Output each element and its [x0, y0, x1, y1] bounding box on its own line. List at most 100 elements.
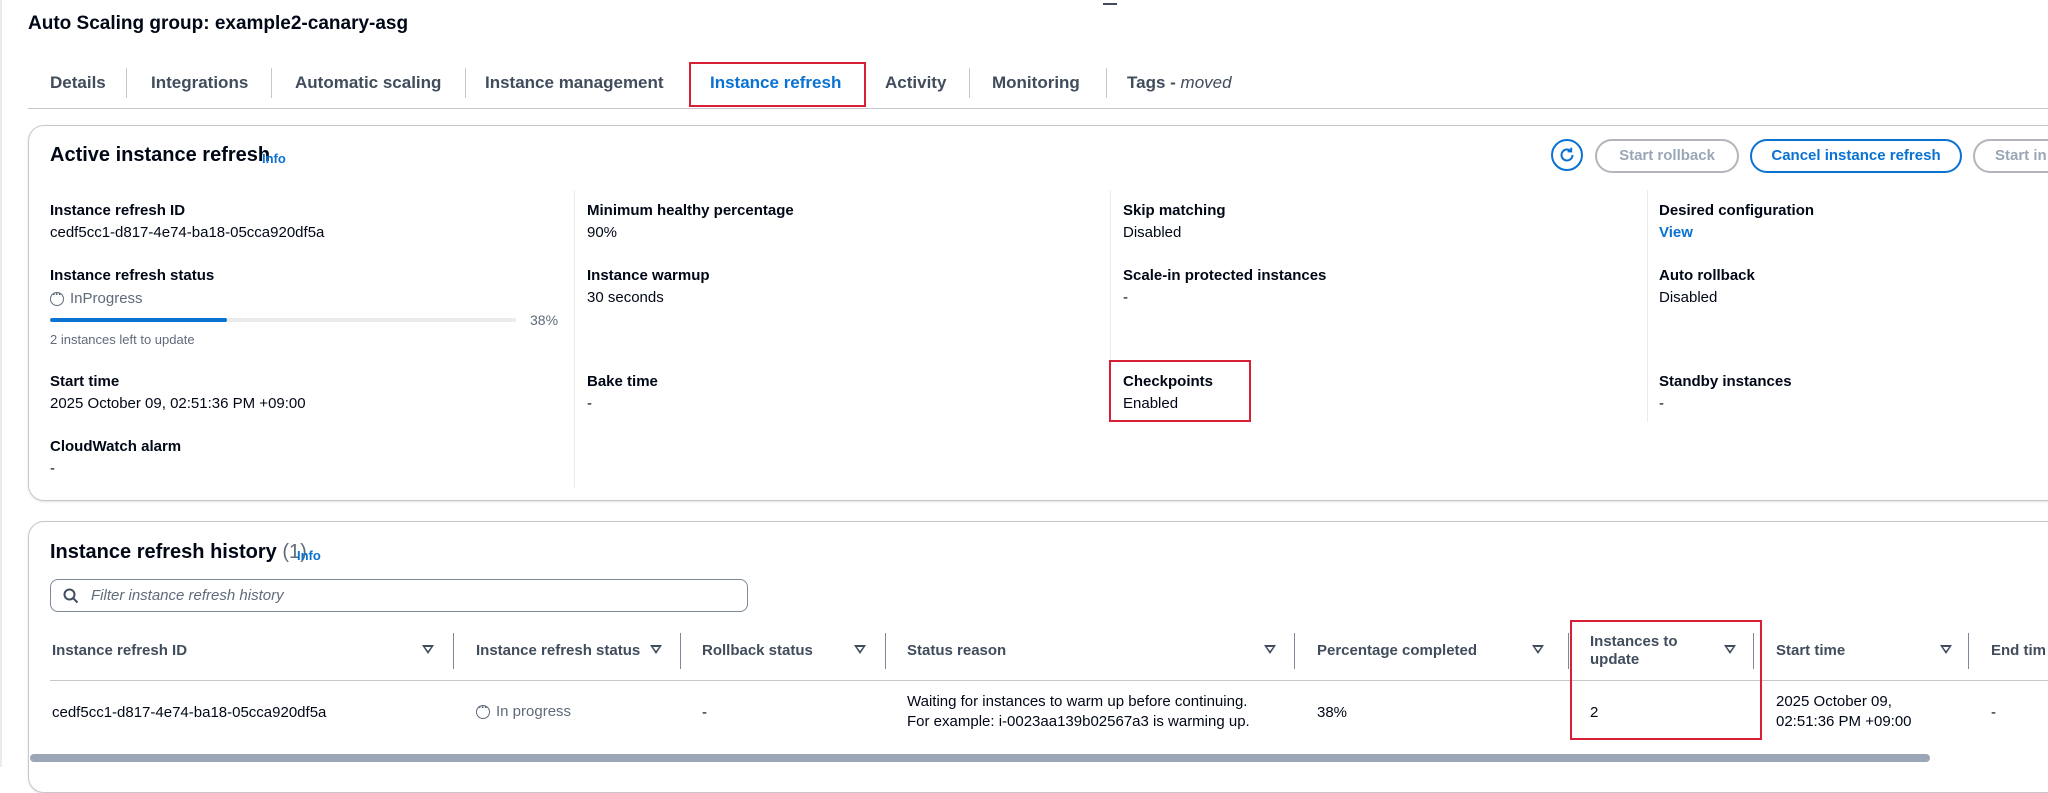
refresh-status: InProgress: [50, 287, 143, 307]
row-status-label: In progress: [496, 703, 572, 720]
active-refresh-panel: [28, 125, 2048, 501]
horizontal-scrollbar[interactable]: [30, 754, 1930, 762]
column-header-instances-to-update[interactable]: Instances to update: [1590, 627, 1750, 675]
active-refresh-info-link[interactable]: Info: [262, 151, 286, 166]
column-header-label: Instance refresh status: [476, 642, 641, 659]
skip-matching-label: Skip matching: [1123, 202, 1226, 219]
instances-left-note: 2 instances left to update: [50, 332, 195, 347]
checkpoints-label: Checkpoints: [1123, 373, 1214, 390]
history-filter[interactable]: [50, 579, 748, 612]
desired-config-view-link[interactable]: View: [1659, 224, 1693, 241]
column-header-rollback-status[interactable]: Rollback status: [702, 627, 880, 675]
refresh-button[interactable]: [1551, 139, 1583, 171]
row-start-time-line2: 02:51:36 PM +09:00: [1776, 713, 1912, 730]
row-refresh-id: cedf5cc1-d817-4e74-ba18-05cca920df5a: [52, 704, 327, 721]
tab-instance-refresh[interactable]: Instance refresh: [710, 62, 841, 102]
sort-icon: [1532, 645, 1544, 654]
tab-automatic-scaling[interactable]: Automatic scaling: [295, 62, 441, 102]
column-header-status-reason[interactable]: Status reason: [907, 627, 1290, 675]
cloudwatch-alarm-value: -: [50, 460, 55, 477]
bake-time-label: Bake time: [587, 373, 658, 390]
min-healthy-value: 90%: [587, 224, 618, 241]
start-time-label: Start time: [50, 373, 120, 390]
start-instance-refresh-button[interactable]: Start in: [1973, 139, 2048, 173]
column-resize-handle[interactable]: [1294, 633, 1295, 669]
progress-percent: 38%: [530, 312, 559, 328]
row-start-time-line1: 2025 October 09,: [1776, 693, 1892, 710]
tab-tags-label: Tags -: [1127, 73, 1181, 92]
column-header-label: Instances to update: [1590, 633, 1678, 669]
row-percentage-completed: 38%: [1317, 704, 1348, 721]
column-header-refresh-id[interactable]: Instance refresh ID: [52, 627, 448, 675]
desired-config-label: Desired configuration: [1659, 202, 1815, 219]
standby-instances-value: -: [1659, 395, 1664, 412]
tab-divider: [969, 68, 970, 98]
page-title: Auto Scaling group: example2-canary-asg: [28, 13, 409, 34]
tab-divider: [465, 68, 466, 98]
history-title-text: Instance refresh history: [50, 541, 277, 563]
progress-bar-fill: [50, 318, 228, 322]
column-resize-handle[interactable]: [1968, 633, 1969, 669]
scale-in-protected-label: Scale-in protected instances: [1123, 267, 1327, 284]
start-time-value: 2025 October 09, 02:51:36 PM +09:00: [50, 395, 306, 412]
row-status-reason: Waiting for instances to warm up before …: [907, 692, 1250, 732]
min-healthy-label: Minimum healthy percentage: [587, 202, 794, 219]
tab-tags[interactable]: Tags - moved: [1127, 62, 1232, 102]
column-header-label: Start time: [1776, 642, 1846, 659]
column-divider: [1647, 190, 1648, 422]
column-header-percentage-completed[interactable]: Percentage completed: [1317, 627, 1558, 675]
pending-icon: [476, 700, 490, 719]
bake-time-value: -: [587, 395, 592, 412]
row-status-reason-line2: For example: i-0023aa139b02567a3 is warm…: [907, 713, 1250, 730]
column-divider: [1110, 190, 1111, 422]
tab-monitoring[interactable]: Monitoring: [992, 62, 1080, 102]
sort-icon: [650, 645, 662, 654]
column-header-label: Status reason: [907, 642, 1007, 659]
skip-matching-value: Disabled: [1123, 224, 1182, 241]
column-header-label: Instance refresh ID: [52, 642, 188, 659]
column-resize-handle[interactable]: [680, 633, 681, 669]
column-header-label-line1: Instances to: [1590, 633, 1678, 650]
column-header-label: End tim: [1991, 642, 2046, 659]
column-header-label: Rollback status: [702, 642, 813, 659]
cloudwatch-alarm-label: CloudWatch alarm: [50, 438, 182, 455]
left-edge: [0, 0, 2, 767]
start-rollback-button[interactable]: Start rollback: [1595, 139, 1739, 173]
refresh-id-value: cedf5cc1-d817-4e74-ba18-05cca920df5a: [50, 224, 325, 241]
tab-instance-management[interactable]: Instance management: [485, 62, 664, 102]
history-info-link[interactable]: Info: [297, 548, 321, 563]
column-resize-handle[interactable]: [885, 633, 886, 669]
refresh-status-label: Instance refresh status: [50, 267, 215, 284]
tab-integrations[interactable]: Integrations: [151, 62, 248, 102]
auto-rollback-label: Auto rollback: [1659, 267, 1755, 284]
history-filter-input[interactable]: [89, 586, 733, 605]
column-resize-handle[interactable]: [1753, 633, 1754, 669]
sort-icon: [422, 645, 434, 654]
column-header-start-time[interactable]: Start time: [1776, 627, 1966, 675]
row-instances-to-update: 2: [1590, 704, 1599, 721]
refresh-status-value: InProgress: [70, 290, 143, 307]
tab-divider: [1106, 68, 1107, 98]
active-refresh-title: Active instance refresh: [50, 144, 271, 166]
column-header-label: Percentage completed: [1317, 642, 1478, 659]
sort-icon: [1724, 645, 1736, 654]
cancel-instance-refresh-button[interactable]: Cancel instance refresh: [1750, 139, 1962, 173]
column-resize-handle[interactable]: [1568, 633, 1569, 669]
row-start-time: 2025 October 09, 02:51:36 PM +09:00: [1776, 692, 1912, 732]
column-resize-handle[interactable]: [453, 633, 454, 669]
column-header-end-time[interactable]: End tim: [1991, 627, 2048, 675]
row-status-reason-line1: Waiting for instances to warm up before …: [907, 693, 1248, 710]
history-title: Instance refresh history (1): [50, 541, 307, 564]
sort-icon: [1264, 645, 1276, 654]
column-header-refresh-status[interactable]: Instance refresh status: [476, 627, 676, 675]
row-status: In progress: [476, 700, 572, 720]
tab-divider: [126, 68, 127, 98]
progress-bar: [50, 318, 516, 322]
row-end-time: -: [1991, 704, 1996, 721]
column-header-label-line2: update: [1590, 651, 1640, 668]
tab-bar: Details Integrations Automatic scaling I…: [28, 62, 2048, 109]
tab-details[interactable]: Details: [50, 62, 106, 102]
auto-rollback-value: Disabled: [1659, 289, 1718, 306]
tab-activity[interactable]: Activity: [885, 62, 946, 102]
instance-warmup-value: 30 seconds: [587, 289, 664, 306]
